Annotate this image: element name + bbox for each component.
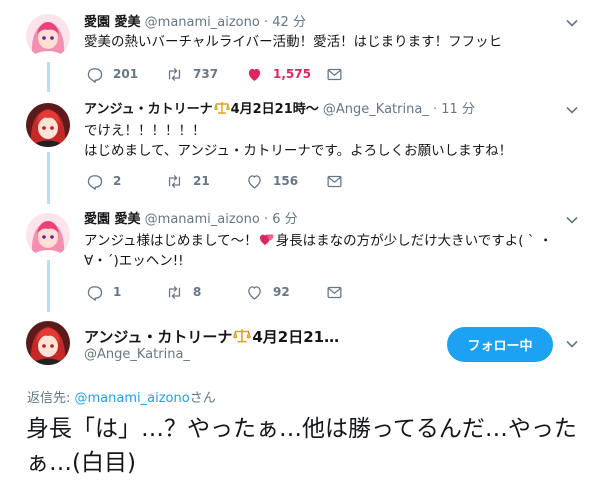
reply-mention-link[interactable]: @manami_aizono <box>75 391 190 406</box>
display-name[interactable]: アンジュ・カトリーナ 4月2日21… <box>84 326 339 347</box>
tweet-text-part: アンジュ様はじめまして〜！ <box>84 233 258 249</box>
chevron-down-icon[interactable] <box>565 337 579 351</box>
retweet-icon <box>168 67 181 81</box>
heart-icon <box>248 285 261 300</box>
reply-icon <box>87 285 103 301</box>
tweet-text-line: でけえ！！！！！！ <box>84 123 206 139</box>
heart-icon <box>248 68 261 81</box>
reply-button[interactable]: 1 <box>86 283 121 301</box>
chevron-down-icon[interactable] <box>565 103 579 117</box>
retweet-icon <box>168 174 181 188</box>
envelope-icon <box>327 175 342 187</box>
reply-icon <box>87 67 103 83</box>
tweet-text: 愛美の熱いバーチャルライバー活動！愛活！はじまります！フフッヒ <box>84 32 502 52</box>
tweet-text-line: 愛美の熱いバーチャルライバー活動！愛活！はじまります！フフッヒ <box>84 34 503 50</box>
tweet-text-line: アンジュ様はじめまして〜！ 身長はまなの方が少しだけ大きいですよ( ` ・ <box>84 231 552 251</box>
reply-count: 1 <box>113 285 122 299</box>
tweet-3[interactable]: 愛園 愛美 @manami_aizono · 6 分 アンジュ様はじめまして〜！… <box>0 211 595 311</box>
following-button[interactable]: フォロー中 <box>447 327 553 362</box>
retweet-button[interactable]: 8 <box>166 283 201 301</box>
reply-count: 2 <box>113 174 122 188</box>
like-button[interactable]: 92 <box>246 283 290 301</box>
chevron-down-icon[interactable] <box>565 16 579 30</box>
reply-button[interactable]: 2 <box>86 172 121 190</box>
avatar[interactable] <box>26 14 70 58</box>
tweet-2[interactable]: アンジュ・カトリーナ 4月2日21時〜 @Ange_Katrina_ · 11 分… <box>0 101 595 201</box>
timestamp[interactable]: 11 分 <box>441 102 475 117</box>
tweet-text-line: ∀・´)エッヘン!! <box>84 253 184 269</box>
like-count: 92 <box>273 285 290 299</box>
separator: · <box>432 102 438 117</box>
display-name-text: アンジュ・カトリーナ <box>84 328 233 346</box>
retweet-count: 737 <box>193 67 219 81</box>
tweet-actions: 2 21 156 <box>86 172 356 190</box>
avatar[interactable] <box>26 103 70 147</box>
reply-context: 返信先: @manami_aizonoさん <box>27 387 216 406</box>
libra-scales-icon <box>233 329 252 343</box>
timestamp[interactable]: 42 分 <box>272 15 306 30</box>
handle[interactable]: @manami_aizono <box>145 212 260 227</box>
display-name-suffix: 4月2日21… <box>252 328 340 346</box>
retweet-count: 21 <box>193 174 210 188</box>
tweet-header: 愛園 愛美 @manami_aizono · 6 分 <box>84 211 298 229</box>
tweet-text: でけえ！！！！！！ はじめまして、アンジュ・カトリーナです。よろしくお願いします… <box>84 121 512 161</box>
envelope-icon <box>327 286 342 298</box>
tweet-1[interactable]: 愛園 愛美 @manami_aizono · 42 分 愛美の熱いバーチャルライ… <box>0 14 595 94</box>
heart-icon <box>248 174 261 189</box>
timestamp[interactable]: 6 分 <box>272 212 297 227</box>
tweet-header: 愛園 愛美 @manami_aizono · 42 分 <box>84 14 306 32</box>
dm-button[interactable] <box>326 283 343 301</box>
retweet-button[interactable]: 21 <box>166 172 210 190</box>
like-count: 156 <box>273 174 299 188</box>
main-tweet-text: 身長「は」…？やったぁ…他は勝ってるんだ…やったぁ…(白目) <box>26 416 577 476</box>
dm-button[interactable] <box>326 65 343 83</box>
reply-suffix: さん <box>189 391 216 406</box>
envelope-icon <box>327 68 342 80</box>
display-name[interactable]: 愛園 愛美 <box>84 15 141 30</box>
handle[interactable]: @manami_aizono <box>145 15 260 30</box>
reply-count: 201 <box>113 67 139 81</box>
retweet-icon <box>168 285 181 299</box>
reply-icon <box>87 174 103 190</box>
display-name[interactable]: アンジュ・カトリーナ <box>84 102 213 117</box>
retweet-button[interactable]: 737 <box>166 65 218 83</box>
retweet-count: 8 <box>193 285 202 299</box>
two-hearts-emoji <box>259 234 274 245</box>
separator: · <box>263 15 269 30</box>
chevron-down-icon[interactable] <box>565 213 579 227</box>
tweet-actions: 201 737 1,575 <box>86 65 356 83</box>
dm-button[interactable] <box>326 172 343 190</box>
display-name-suffix[interactable]: 4月2日21時〜 <box>231 102 319 117</box>
like-button[interactable]: 1,575 <box>246 65 311 83</box>
separator: · <box>263 212 269 227</box>
handle[interactable]: @Ange_Katrina_ <box>84 347 190 362</box>
like-count: 1,575 <box>273 67 311 81</box>
tweet-actions: 1 8 92 <box>86 283 356 301</box>
tweet-header: アンジュ・カトリーナ 4月2日21時〜 @Ange_Katrina_ · 11 分 <box>84 101 475 119</box>
tweet-text: アンジュ様はじめまして〜！ 身長はまなの方が少しだけ大きいですよ( ` ・ ∀・´… <box>84 231 552 271</box>
avatar[interactable] <box>26 321 70 365</box>
reply-prefix: 返信先: <box>27 391 75 406</box>
reply-button[interactable]: 201 <box>86 65 138 83</box>
tweet-text-line: はじめまして、アンジュ・カトリーナです。よろしくお願いしますね！ <box>84 143 513 159</box>
handle[interactable]: @Ange_Katrina_ <box>323 102 429 117</box>
like-button[interactable]: 156 <box>246 172 298 190</box>
display-name[interactable]: 愛園 愛美 <box>84 212 141 227</box>
libra-scales-icon <box>213 102 230 114</box>
avatar[interactable] <box>26 213 70 257</box>
tweet-text-part: 身長はまなの方が少しだけ大きいですよ( ` ・ <box>275 233 553 249</box>
